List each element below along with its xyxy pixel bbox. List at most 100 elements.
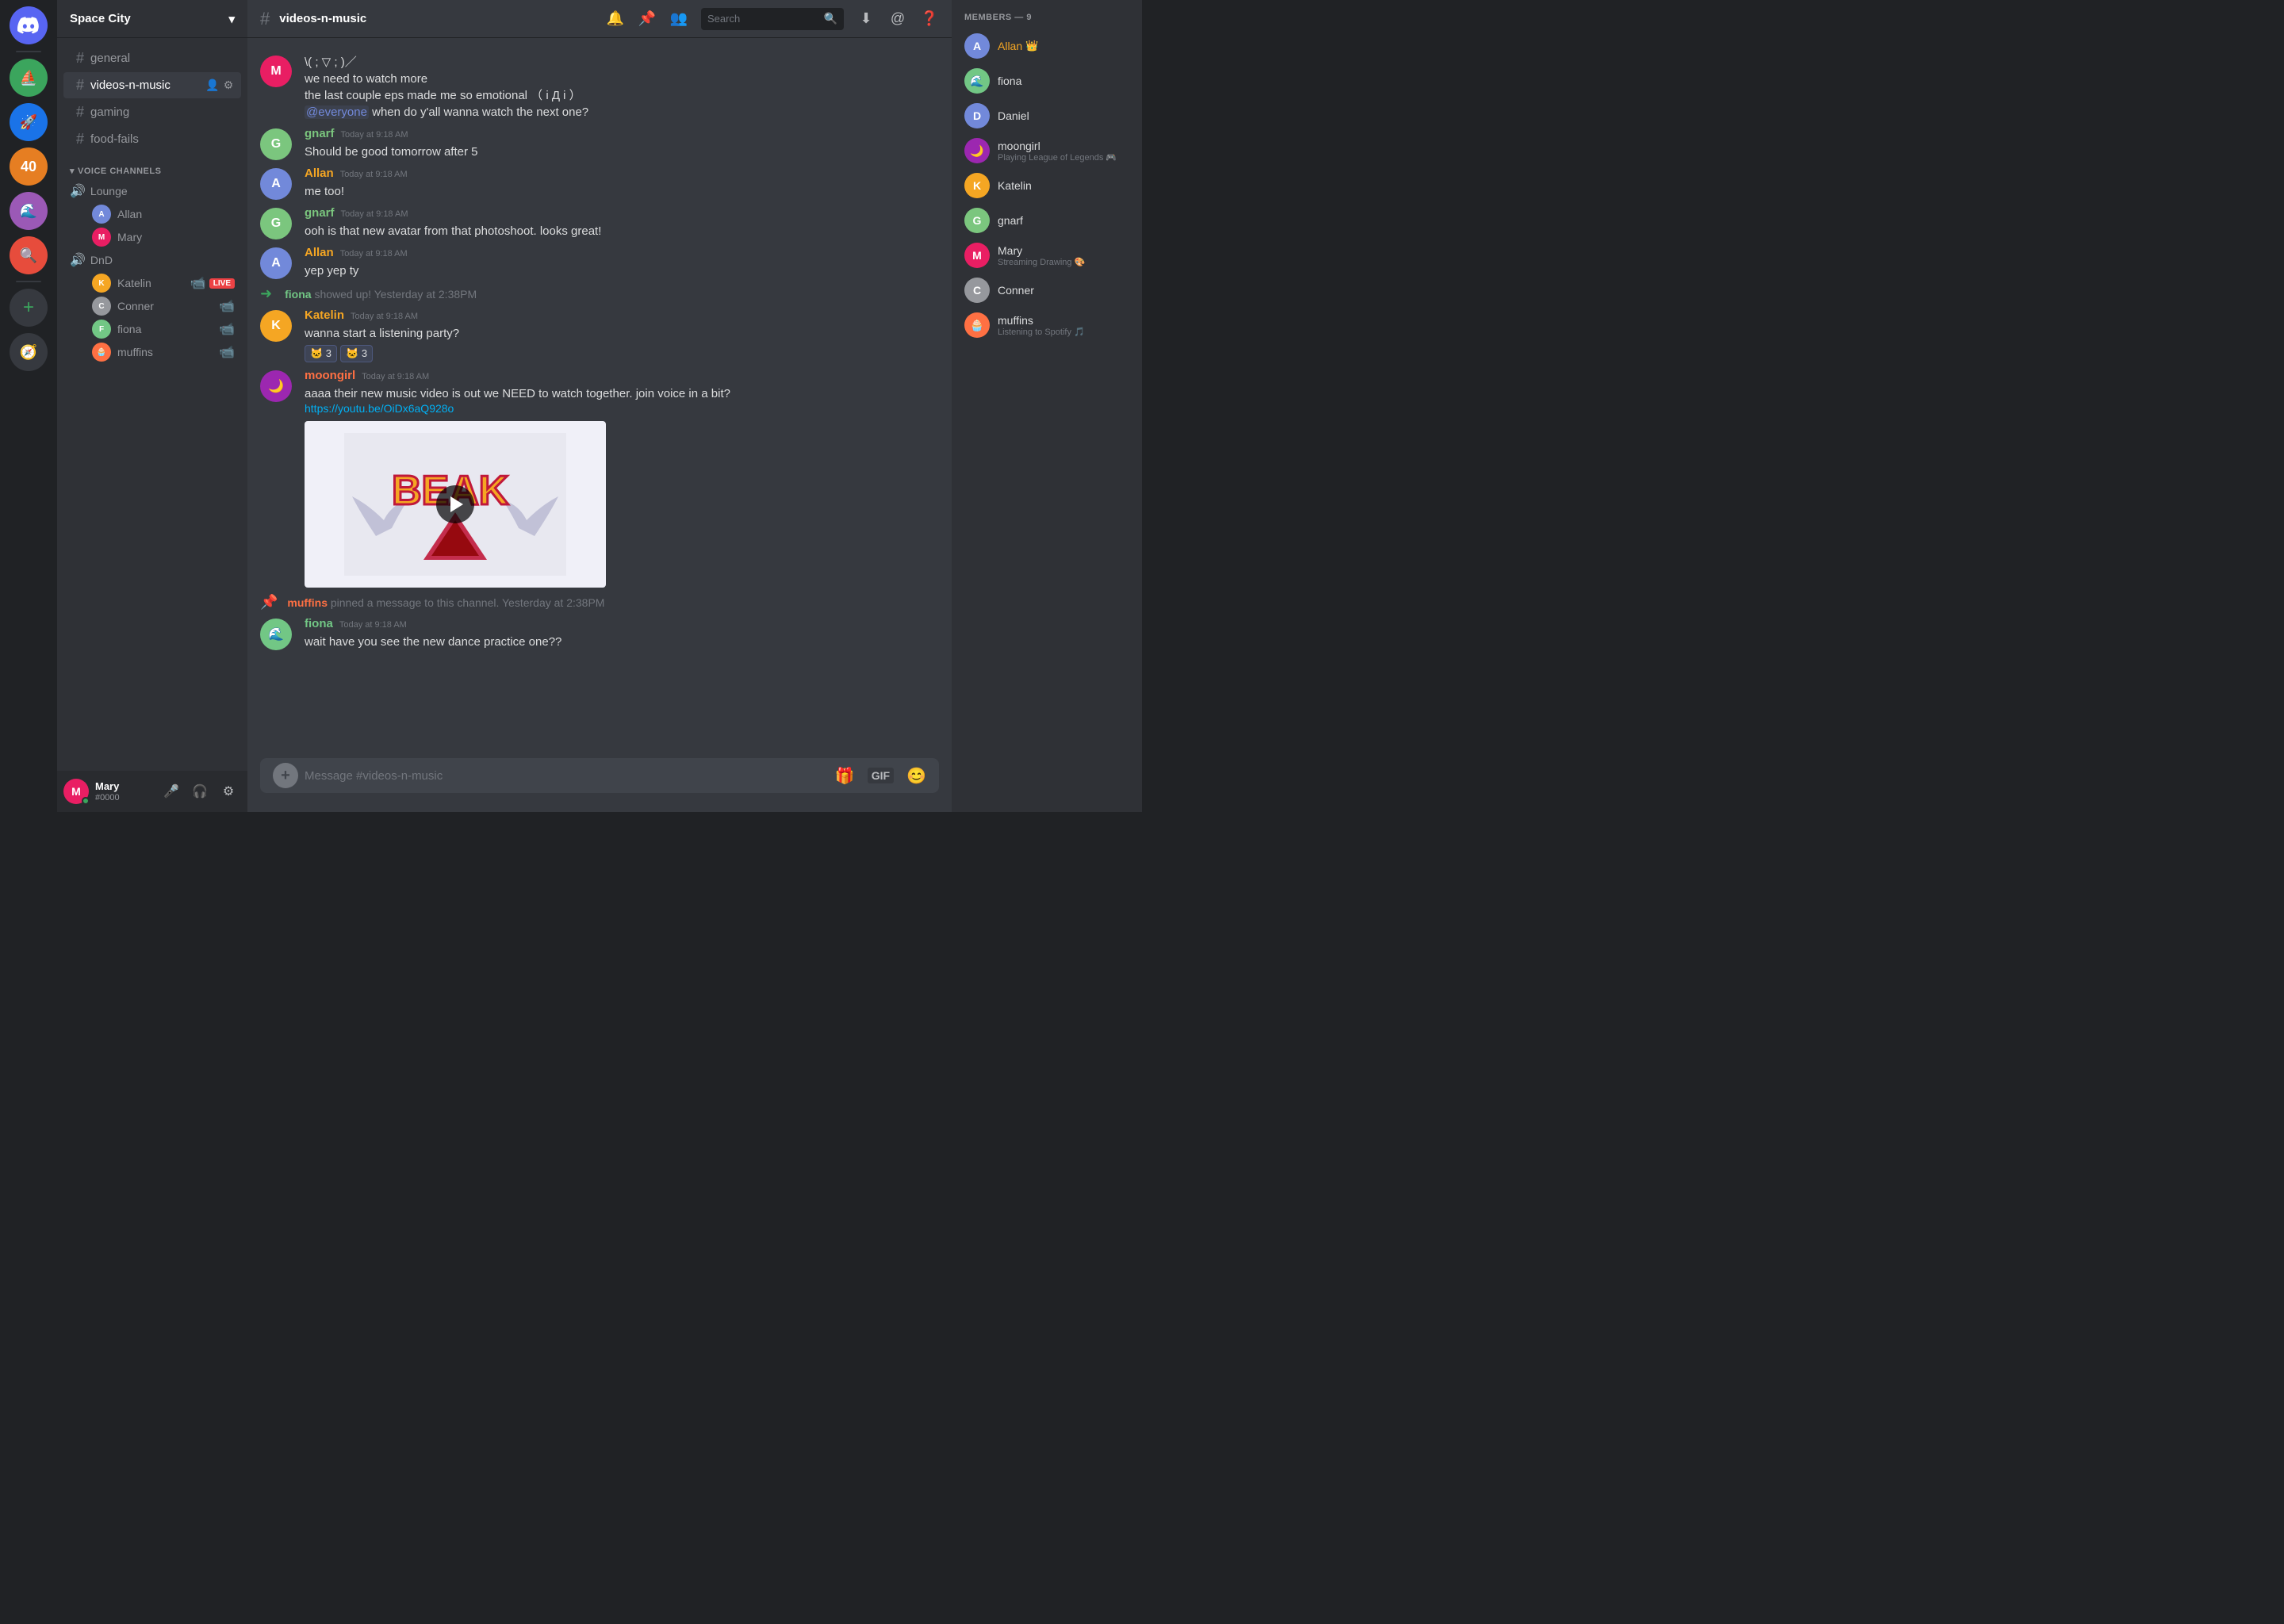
message-attach-button[interactable]: + [273,763,298,788]
channel-item-videos-n-music[interactable]: # videos-n-music 👤 ⚙ [63,72,241,98]
channel-item-gaming[interactable]: # gaming [63,99,241,125]
voice-member-conner-name: Conner [117,300,154,312]
server-header[interactable]: Space City ▾ [57,0,247,38]
reaction-cat2[interactable]: 🐱 3 [340,345,373,362]
channel-item-general[interactable]: # general [63,45,241,71]
messages-area: M \( ; ▽ ; )／ we need to watch more the … [247,38,952,758]
author-gnarf-2[interactable]: gnarf [305,206,335,220]
member-item-fiona[interactable]: 🌊 fiona [958,63,1136,98]
system-message-fiona-join: ➜ fiona showed up! Yesterday at 2:38PM [247,282,952,305]
server-icon-4[interactable]: 🌊 [10,192,48,230]
bell-icon[interactable]: 🔔 [606,10,625,29]
deafen-button[interactable]: 🎧 [187,779,213,804]
author-allan-2[interactable]: Allan [305,246,334,259]
message-link-container: https://youtu.be/OiDx6aQ928o [305,402,939,415]
voice-member-fiona[interactable]: F fiona 📹 [63,318,241,340]
message-group-moongirl-1: 🌙 moongirl Today at 9:18 AM aaaa their n… [247,366,952,591]
member-name-moongirl: moongirl [998,140,1129,152]
member-item-moongirl[interactable]: 🌙 moongirl Playing League of Legends 🎮 [958,133,1136,168]
message-content-allan-2: Allan Today at 9:18 AM yep yep ty [305,246,939,279]
current-user-tag: #0000 [95,793,152,802]
channel-label-videos: videos-n-music [90,79,171,92]
gift-icon[interactable]: 🎁 [835,766,855,786]
search-bar[interactable]: 🔍 [701,8,844,30]
search-input[interactable] [707,13,818,25]
author-katelin-1[interactable]: Katelin [305,308,344,322]
pin-icon[interactable]: 📌 [638,10,657,29]
member-name-muffins: muffins [998,314,1129,327]
server-list: ⛵ 🚀 40 🌊 🔍 + 🧭 [0,0,57,812]
embed-video-area[interactable]: BEAK [305,421,606,588]
server-icon-3[interactable]: 40 [10,147,48,186]
pin-system-icon: 📌 [260,594,278,611]
voice-member-muffins[interactable]: 🧁 muffins 📹 [63,341,241,363]
system-msg-text: fiona showed up! Yesterday at 2:38PM [285,288,477,301]
message-input-actions: 🎁 GIF 😊 [835,766,926,786]
system-timestamp: Yesterday at 2:38PM [374,288,477,301]
voice-channel-lounge[interactable]: 🔊 Lounge [63,180,241,202]
voice-member-conner[interactable]: C Conner 📹 [63,295,241,317]
server-icon-5[interactable]: 🔍 [10,236,48,274]
author-allan-1[interactable]: Allan [305,167,334,180]
system-author-fiona[interactable]: fiona [285,288,311,301]
member-item-muffins[interactable]: 🧁 muffins Listening to Spotify 🎵 [958,308,1136,343]
speaker-icon-lounge: 🔊 [70,183,86,199]
mute-button[interactable]: 🎤 [159,779,184,804]
member-item-daniel[interactable]: D Daniel [958,98,1136,133]
message-group-fiona-1: 🌊 fiona Today at 9:18 AM wait have you s… [247,614,952,653]
voice-member-mary-name: Mary [117,231,142,243]
avatar-fiona-1: 🌊 [260,619,292,650]
message-header-allan-2: Allan Today at 9:18 AM [305,246,939,259]
message-content-gnarf-2: gnarf Today at 9:18 AM ooh is that new a… [305,206,939,239]
voice-channel-dnd[interactable]: 🔊 DnD [63,249,241,271]
voice-member-allan[interactable]: A Allan [63,203,241,225]
author-gnarf-1[interactable]: gnarf [305,127,335,140]
message-header-allan-1: Allan Today at 9:18 AM [305,167,939,180]
message-input-box: + Message #videos-n-music 🎁 GIF 😊 [260,758,939,793]
member-info-muffins: muffins Listening to Spotify 🎵 [998,314,1129,337]
voice-member-allan-avatar: A [92,205,111,224]
member-avatar-muffins: 🧁 [964,312,990,338]
server-icon-1[interactable]: ⛵ [10,59,48,97]
join-arrow-icon: ➜ [260,285,272,302]
members-icon[interactable]: 👥 [669,10,688,29]
author-moongirl-1[interactable]: moongirl [305,369,355,382]
discord-home-button[interactable] [10,6,48,44]
voice-member-katelin[interactable]: K Katelin 📹 LIVE [63,272,241,294]
video-play-button[interactable] [436,485,474,523]
channel-header: # videos-n-music 🔔 📌 👥 🔍 ⬇ @ ❓ [247,0,952,38]
timestamp-katelin-1: Today at 9:18 AM [351,312,418,321]
message-content-mary-1: \( ; ▽ ; )／ we need to watch more the la… [305,54,939,121]
youtube-link[interactable]: https://youtu.be/OiDx6aQ928o [305,402,454,415]
video-embed: BEAK [305,421,606,588]
server-icon-2[interactable]: 🚀 [10,103,48,141]
member-item-conner[interactable]: C Conner [958,273,1136,308]
add-member-icon[interactable]: 👤 [206,79,219,92]
main-content: # videos-n-music 🔔 📌 👥 🔍 ⬇ @ ❓ M \( ; ▽ … [247,0,952,812]
system-author-muffins[interactable]: muffins [287,596,328,609]
channel-item-food-fails[interactable]: # food-fails [63,126,241,152]
message-group-gnarf-1: G gnarf Today at 9:18 AM Should be good … [247,124,952,163]
member-item-gnarf[interactable]: G gnarf [958,203,1136,238]
author-fiona-1[interactable]: fiona [305,617,333,630]
members-header: MEMBERS — 9 [958,13,1136,22]
member-avatar-fiona: 🌊 [964,68,990,94]
member-item-katelin[interactable]: K Katelin [958,168,1136,203]
member-item-allan[interactable]: A Allan 👑 [958,29,1136,63]
gif-button[interactable]: GIF [868,768,894,783]
voice-channels-header[interactable]: ▾ VOICE CHANNELS [57,153,247,179]
explore-servers-button[interactable]: 🧭 [10,333,48,371]
settings-button[interactable]: ⚙ [216,779,241,804]
channel-label-general: general [90,52,130,65]
settings-icon[interactable]: ⚙ [222,79,235,92]
reaction-cat1[interactable]: 🐱 3 [305,345,337,362]
emoji-button[interactable]: 😊 [906,766,926,786]
voice-member-mary[interactable]: M Mary [63,226,241,248]
member-item-mary[interactable]: M Mary Streaming Drawing 🎨 [958,238,1136,273]
help-icon[interactable]: ❓ [920,10,939,29]
download-icon[interactable]: ⬇ [856,10,876,29]
add-server-button[interactable]: + [10,289,48,327]
message-input-placeholder[interactable]: Message #videos-n-music [305,769,829,783]
message-header-moongirl-1: moongirl Today at 9:18 AM [305,369,939,382]
mention-icon[interactable]: @ [888,10,907,29]
